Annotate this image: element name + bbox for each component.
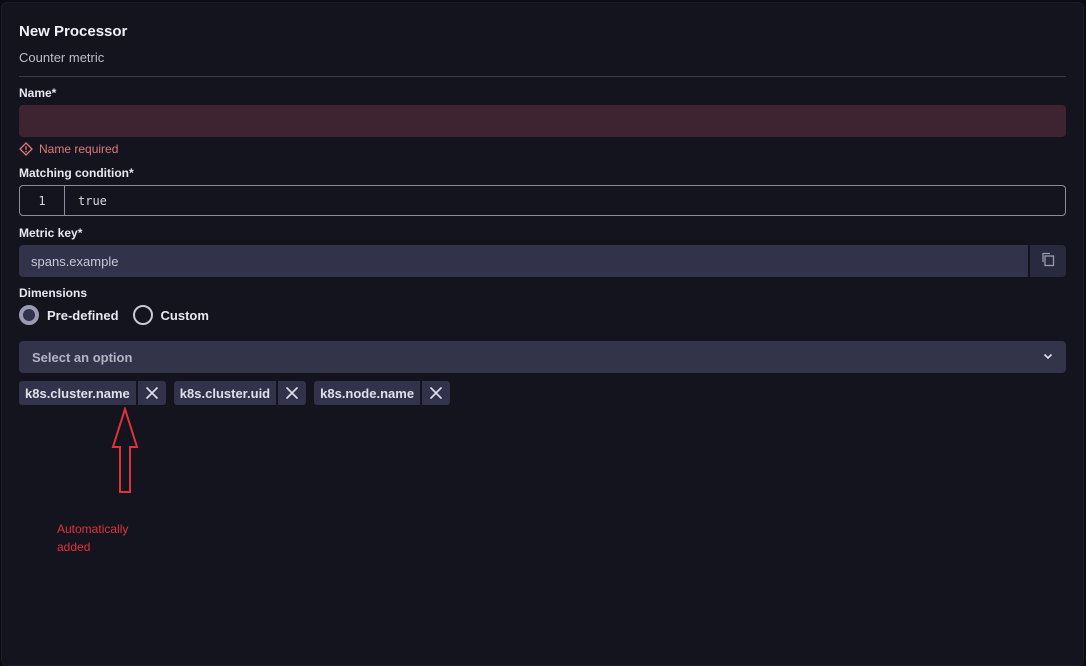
radio-predefined-label: Pre-defined <box>47 307 119 323</box>
annotation-arrow-icon <box>111 407 139 493</box>
chip-label: k8s.node.name <box>314 381 421 405</box>
metric-key-label: Metric key* <box>19 226 83 240</box>
chevron-down-icon <box>1042 350 1054 365</box>
dimensions-label: Dimensions <box>19 286 88 300</box>
header-divider <box>19 76 1066 77</box>
dimension-chips: k8s.cluster.name k8s.cluster.uid k8s.nod… <box>19 381 451 405</box>
close-icon <box>429 386 443 400</box>
dimensions-radio-group: Pre-defined Custom <box>19 304 223 326</box>
chip-remove-button[interactable] <box>278 381 307 405</box>
chip-label: k8s.cluster.name <box>19 381 136 405</box>
chip-remove-button[interactable] <box>422 381 451 405</box>
chip-k8s-node-name: k8s.node.name <box>314 381 451 405</box>
dimensions-select[interactable]: Select an option <box>19 341 1066 373</box>
select-placeholder: Select an option <box>32 349 133 365</box>
warning-diamond-icon <box>19 142 33 156</box>
name-label: Name* <box>19 86 57 100</box>
name-error-text: Name required <box>39 142 119 156</box>
page-subtitle: Counter metric <box>19 50 105 65</box>
name-error: Name required <box>19 142 118 156</box>
radio-checked-indicator[interactable] <box>19 305 39 325</box>
chip-remove-button[interactable] <box>137 381 166 405</box>
annotation-text: Automatically added <box>57 520 157 556</box>
close-icon <box>145 386 158 400</box>
annotation-line-1: Automatically <box>57 522 129 536</box>
close-icon <box>286 386 299 400</box>
name-input[interactable] <box>19 105 1066 137</box>
annotation-line-2: added <box>57 540 91 554</box>
page-title: New Processor <box>19 23 128 40</box>
chip-k8s-cluster-uid: k8s.cluster.uid <box>173 381 307 405</box>
copy-button[interactable] <box>1030 245 1066 277</box>
radio-custom-label: Custom <box>160 307 209 323</box>
chip-label: k8s.cluster.uid <box>173 381 277 405</box>
radio-custom[interactable]: Custom <box>132 305 209 325</box>
new-processor-panel: New Processor Counter metric Name* Name … <box>1 2 1084 666</box>
line-number: 1 <box>20 186 65 215</box>
radio-unchecked-indicator[interactable] <box>132 305 153 325</box>
radio-predefined[interactable]: Pre-defined <box>19 305 119 325</box>
chip-k8s-cluster-name: k8s.cluster.name <box>19 381 166 405</box>
metric-key-row: spans.example <box>19 245 1066 277</box>
code-line[interactable]: true <box>65 186 1065 215</box>
matching-condition-label: Matching condition* <box>19 166 134 180</box>
metric-key-input[interactable]: spans.example <box>19 245 1028 277</box>
matching-condition-editor[interactable]: 1 true <box>19 185 1066 216</box>
copy-icon <box>1040 251 1056 272</box>
